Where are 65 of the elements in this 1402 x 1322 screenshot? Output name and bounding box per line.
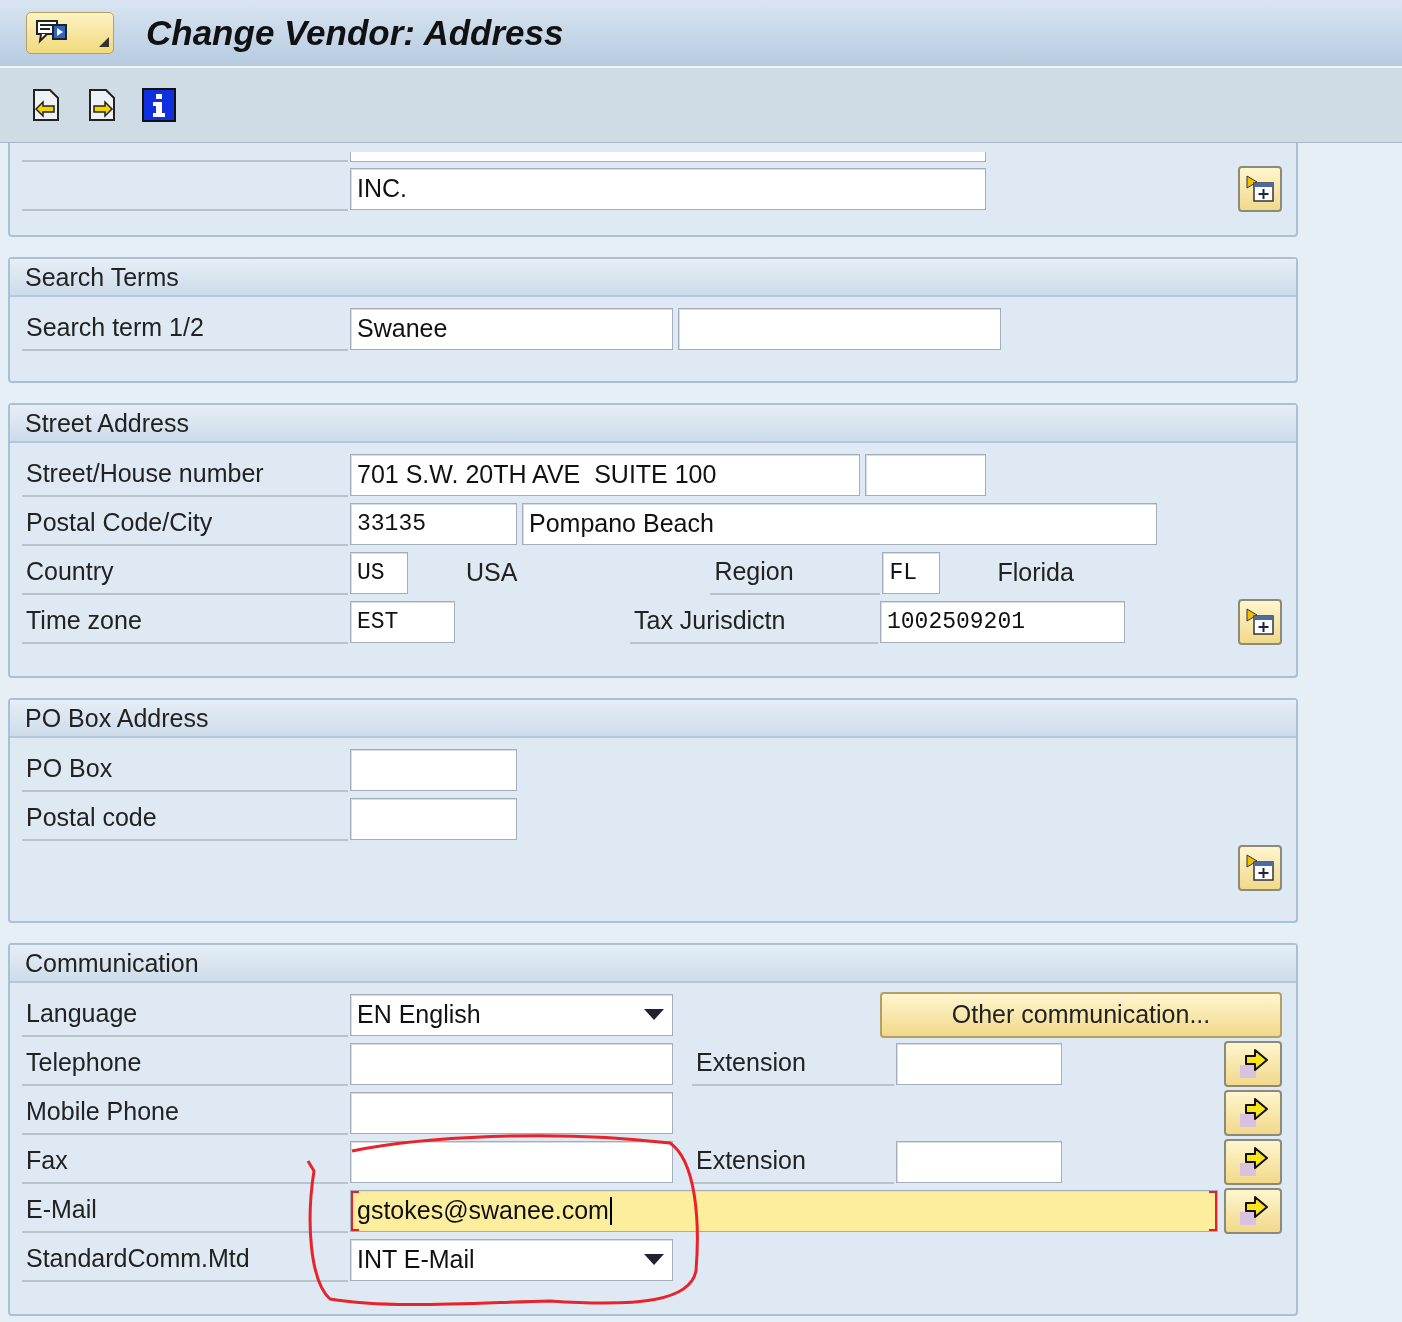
detail-plus-icon (1245, 852, 1275, 883)
field-label: E-Mail (22, 1188, 348, 1233)
arrow-button[interactable] (1224, 1187, 1282, 1234)
field-label: Fax (22, 1139, 348, 1184)
field-label: Mobile Phone (22, 1090, 348, 1135)
detail-button[interactable] (1238, 165, 1282, 212)
input-field[interactable] (350, 1091, 673, 1134)
field-label: Country (22, 550, 348, 595)
detail-plus-icon (1245, 173, 1275, 204)
field-label: Time zone (22, 599, 348, 644)
field-label: Postal Code/City (22, 501, 348, 546)
field-label: Extension (692, 1041, 894, 1086)
field-label: StandardComm.Mtd (22, 1237, 348, 1282)
menu-button[interactable] (26, 12, 114, 54)
input-field[interactable]: 33135 (350, 502, 517, 545)
email-field[interactable]: gstokes@swanee.com (350, 1189, 1218, 1232)
field-label: Tax Jurisdictn (630, 599, 878, 644)
country-name: USA (466, 558, 518, 587)
input-field[interactable]: EST (350, 600, 455, 643)
window-title: Change Vendor: Address (146, 13, 564, 53)
field-label: Street/House number (22, 452, 348, 497)
page-arrow-right-icon (86, 88, 118, 122)
input-field[interactable]: Pompano Beach (522, 502, 1157, 545)
input-field[interactable]: 701 S.W. 20TH AVE SUITE 100 (350, 453, 860, 496)
section-header: Street Address (10, 405, 1296, 443)
section-header: Search Terms (10, 259, 1296, 297)
input-field[interactable]: Swanee (350, 307, 673, 350)
field-label: Postal code (22, 796, 348, 841)
field-label: Language (22, 992, 348, 1037)
dropdown-field[interactable]: INT E-Mail (350, 1238, 673, 1281)
section-header: PO Box Address (10, 700, 1296, 738)
arrow-button[interactable] (1224, 1089, 1282, 1136)
arrow-button[interactable] (1224, 1040, 1282, 1087)
field-label: PO Box (22, 747, 348, 792)
input-field[interactable]: US (350, 551, 408, 594)
field-label: Region (710, 550, 881, 595)
input-field[interactable] (896, 1140, 1062, 1183)
dropdown-arrow-icon (644, 1253, 664, 1266)
info-icon (142, 88, 176, 122)
field-label: Telephone (22, 1041, 348, 1086)
input-field[interactable] (350, 1140, 673, 1183)
input-field[interactable] (865, 453, 986, 496)
region-name: Florida (997, 558, 1074, 587)
input-field[interactable]: FL (882, 551, 941, 594)
input-field[interactable] (678, 307, 1001, 350)
detail-button[interactable] (1238, 598, 1282, 645)
info-button[interactable] (142, 88, 176, 122)
dropdown-arrow-icon (644, 1008, 664, 1021)
detail-plus-icon (1245, 606, 1275, 637)
field-label: Extension (692, 1139, 894, 1184)
section-header: Communication (10, 945, 1296, 983)
input-field[interactable] (896, 1042, 1062, 1085)
dropdown-corner-icon (99, 37, 109, 47)
field-label: Search term 1/2 (22, 306, 348, 351)
input-field[interactable] (350, 797, 517, 840)
input-field[interactable]: 1002509201 (880, 600, 1125, 643)
arrow-button[interactable] (1224, 1138, 1282, 1185)
detail-button[interactable] (1238, 844, 1282, 891)
dropdown-field[interactable]: EN English (350, 993, 673, 1036)
input-field[interactable] (350, 748, 517, 791)
other-communication-button[interactable]: Other communication... (880, 991, 1282, 1038)
input-field[interactable]: INC. (350, 167, 986, 210)
input-field[interactable] (350, 1042, 673, 1085)
input-field[interactable] (350, 152, 986, 162)
page-arrow-left-icon (30, 88, 62, 122)
